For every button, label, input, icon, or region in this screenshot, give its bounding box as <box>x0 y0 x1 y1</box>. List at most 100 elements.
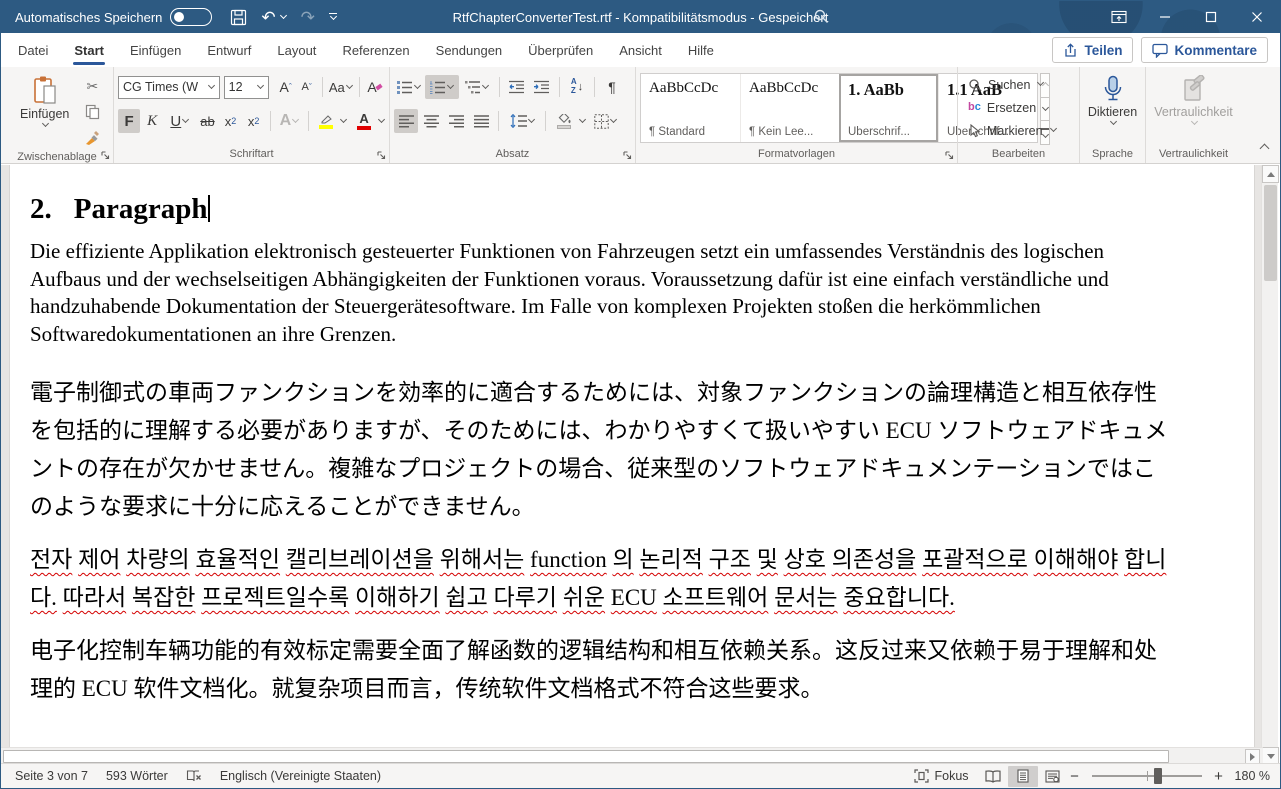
tab-entwurf[interactable]: Entwurf <box>194 33 264 67</box>
tab-sendungen[interactable]: Sendungen <box>423 33 516 67</box>
page-indicator[interactable]: Seite 3 von 7 <box>11 764 97 789</box>
horizontal-scroll-thumb[interactable] <box>3 750 1169 763</box>
subscript-button[interactable]: x2 <box>220 109 242 133</box>
autosave-toggle[interactable] <box>170 8 212 26</box>
clipboard-dialog-launcher-icon[interactable] <box>100 150 110 160</box>
format-painter-button[interactable] <box>80 126 104 150</box>
paragraph-dialog-launcher-icon[interactable] <box>622 150 632 160</box>
bullets-button[interactable] <box>394 75 424 99</box>
zoom-out-button[interactable]: − <box>1068 768 1082 785</box>
multilevel-list-button[interactable] <box>460 75 494 99</box>
highlight-button[interactable] <box>314 109 338 133</box>
tab-ueberpruefen[interactable]: Überprüfen <box>515 33 606 67</box>
select-button[interactable]: Markieren <box>968 119 1075 142</box>
maximize-button[interactable] <box>1188 1 1234 33</box>
paragraph-korean[interactable]: 전자 제어 차량의 효율적인 캘리브레이션을 위해서는 function 의 논… <box>30 541 1175 617</box>
style-heading1[interactable]: 1. AaBb Überschrif... <box>839 74 938 142</box>
tab-einfuegen[interactable]: Einfügen <box>117 33 194 67</box>
bold-button[interactable]: F <box>118 109 140 133</box>
italic-button[interactable]: K <box>141 109 163 133</box>
print-layout-button[interactable] <box>1008 766 1038 787</box>
customize-toolbar-icon[interactable] <box>329 13 337 21</box>
zoom-slider[interactable] <box>1092 775 1202 777</box>
copy-button[interactable] <box>80 100 104 124</box>
minimize-button[interactable] <box>1142 1 1188 33</box>
zoom-in-button[interactable]: + <box>1212 768 1226 785</box>
zoom-slider-thumb[interactable] <box>1154 768 1162 784</box>
increase-indent-button[interactable] <box>530 75 554 99</box>
superscript-button[interactable]: x2 <box>243 109 265 133</box>
sort-button[interactable]: AZ ↓ <box>565 75 589 99</box>
paste-button[interactable]: Einfügen <box>13 72 76 150</box>
font-color-dropdown-icon[interactable] <box>378 115 385 122</box>
font-size-dropdown-icon[interactable] <box>257 81 264 88</box>
justify-button[interactable] <box>469 109 493 133</box>
vertical-scrollbar[interactable] <box>1261 165 1278 765</box>
save-icon[interactable] <box>230 9 247 26</box>
language-indicator[interactable]: Englisch (Vereinigte Staaten) <box>211 764 390 789</box>
dictate-button[interactable]: Diktieren <box>1081 72 1144 144</box>
align-center-button[interactable] <box>419 109 443 133</box>
font-color-button[interactable]: A <box>352 109 376 133</box>
align-right-button[interactable] <box>444 109 468 133</box>
status-bar: Seite 3 von 7 593 Wörter Englisch (Verei… <box>1 763 1280 788</box>
grow-font-button[interactable]: Aˆ <box>276 75 296 99</box>
find-button[interactable]: Suchen <box>968 73 1075 96</box>
vertical-scroll-thumb[interactable] <box>1264 185 1277 281</box>
close-button[interactable] <box>1234 1 1280 33</box>
style-standard[interactable]: AaBbCcDc ¶ Standard <box>641 74 740 142</box>
paragraph-german[interactable]: Die effiziente Applikation elektronisch … <box>30 238 1175 348</box>
styles-dialog-launcher-icon[interactable] <box>944 150 954 160</box>
paste-dropdown-icon[interactable] <box>42 120 49 127</box>
tab-referenzen[interactable]: Referenzen <box>329 33 422 67</box>
underline-button[interactable]: U <box>164 109 195 133</box>
clear-formatting-button[interactable]: A <box>365 75 385 99</box>
zoom-level[interactable]: 180 % <box>1226 764 1270 789</box>
line-spacing-button[interactable] <box>504 109 540 133</box>
web-layout-button[interactable] <box>1038 766 1068 787</box>
style-no-spacing[interactable]: AaBbCcDc ¶ Kein Lee... <box>740 74 839 142</box>
shading-dropdown-icon[interactable] <box>579 115 586 122</box>
language-group-label: Sprache <box>1084 144 1141 163</box>
read-mode-button[interactable] <box>978 766 1008 787</box>
scroll-right-button[interactable] <box>1245 749 1260 764</box>
comments-button[interactable]: Kommentare <box>1141 37 1268 63</box>
paragraph-chinese[interactable]: 电子化控制车辆功能的有效标定需要全面了解函数的逻辑结构和相互依赖关系。这反过来又… <box>30 632 1175 708</box>
search-icon[interactable] <box>813 8 830 25</box>
shading-button[interactable] <box>551 109 577 133</box>
tab-datei[interactable]: Datei <box>5 33 61 67</box>
undo-dropdown-icon[interactable] <box>280 11 287 18</box>
paragraph-japanese[interactable]: 電子制御式の車両ファンクションを効率的に適合するためには、対象ファンクションの論… <box>30 374 1175 526</box>
strikethrough-button[interactable]: ab <box>196 109 218 133</box>
align-left-button[interactable] <box>394 109 418 133</box>
word-count[interactable]: 593 Wörter <box>97 764 177 789</box>
borders-button[interactable] <box>590 109 620 133</box>
tab-start[interactable]: Start <box>61 33 117 67</box>
change-case-button[interactable]: Aa <box>328 75 355 99</box>
font-name-combo[interactable]: CG Times (W <box>118 76 220 99</box>
collapse-ribbon-icon[interactable] <box>1261 139 1268 157</box>
undo-button[interactable]: ↶ <box>261 9 286 26</box>
font-dialog-launcher-icon[interactable] <box>376 150 386 160</box>
document-heading[interactable]: 2.Paragraph <box>30 191 1234 227</box>
scroll-up-button[interactable] <box>1262 165 1279 183</box>
share-button[interactable]: Teilen <box>1052 37 1133 63</box>
highlight-dropdown-icon[interactable] <box>340 115 347 122</box>
tab-hilfe[interactable]: Hilfe <box>675 33 727 67</box>
grow-font-icon: A <box>280 79 289 95</box>
replace-button[interactable]: bc Ersetzen <box>968 96 1075 119</box>
tab-layout[interactable]: Layout <box>264 33 329 67</box>
tab-ansicht[interactable]: Ansicht <box>606 33 675 67</box>
font-size-combo[interactable]: 12 <box>224 76 269 99</box>
document-page[interactable]: 2.Paragraph Die effiziente Applikation e… <box>9 165 1255 747</box>
cut-button[interactable]: ✂ <box>80 74 104 98</box>
decrease-indent-button[interactable] <box>505 75 529 99</box>
ribbon-display-options-icon[interactable] <box>1096 1 1142 33</box>
proofing-status[interactable] <box>177 764 211 789</box>
focus-mode-button[interactable]: Fokus <box>905 764 978 789</box>
numbering-button[interactable] <box>425 75 459 99</box>
font-name-dropdown-icon[interactable] <box>208 81 215 88</box>
autosave-control[interactable]: Automatisches Speichern <box>1 8 212 26</box>
show-formatting-marks-button[interactable]: ¶ <box>600 75 624 99</box>
shrink-font-button[interactable]: Aˇ <box>297 75 317 99</box>
